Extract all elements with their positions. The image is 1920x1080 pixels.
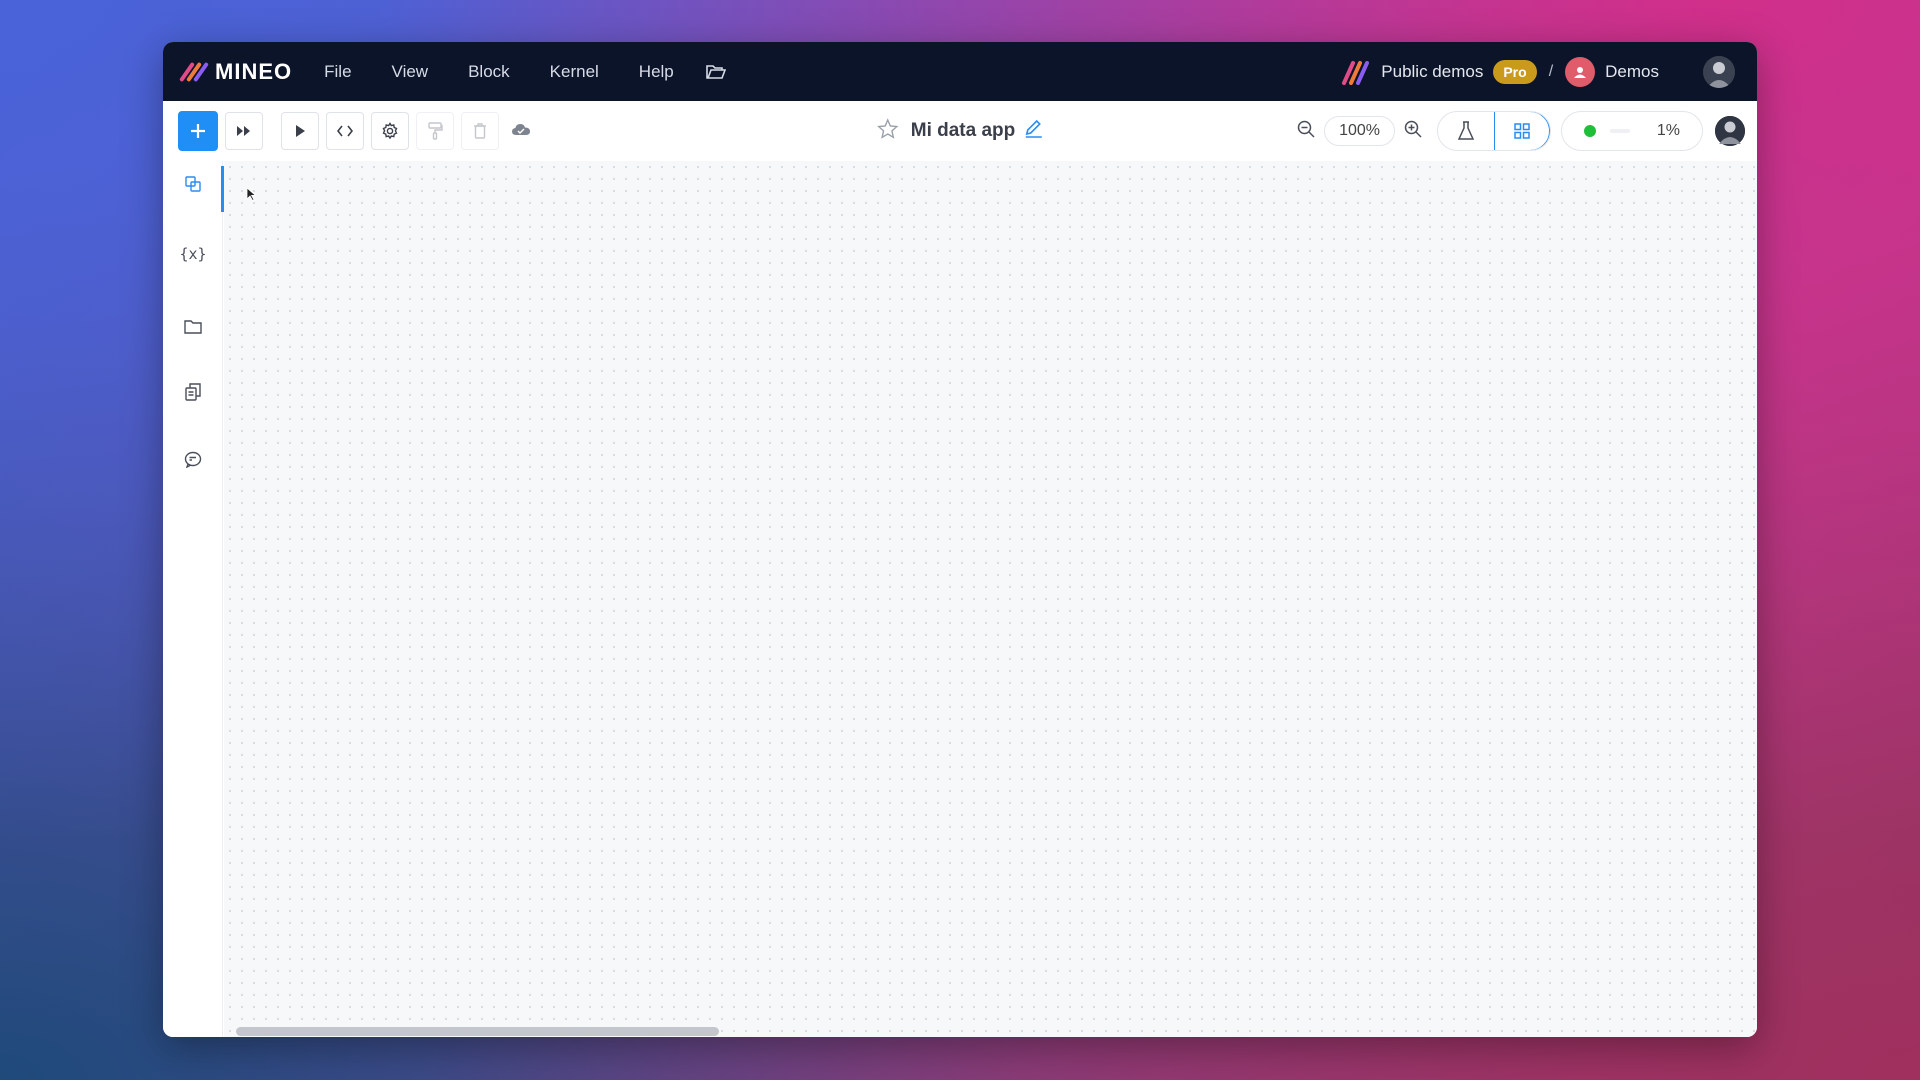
sidebar-item-blocks[interactable]	[163, 166, 224, 212]
menu-view[interactable]: View	[372, 62, 449, 82]
memory-bar	[1610, 129, 1630, 133]
sidebar-item-copies[interactable]	[163, 374, 223, 410]
favorite-star-icon[interactable]	[877, 117, 899, 145]
menu-kernel[interactable]: Kernel	[530, 62, 619, 82]
run-button[interactable]	[281, 112, 319, 150]
left-sidebar: {x}	[163, 161, 224, 1037]
app-canvas[interactable]	[224, 161, 1757, 1037]
brand-name: MINEO	[215, 58, 293, 84]
variables-icon: {x}	[179, 245, 207, 263]
open-folder-icon[interactable]	[704, 62, 728, 82]
sidebar-item-comments[interactable]	[163, 441, 223, 477]
notebook-view-button[interactable]	[1438, 112, 1494, 150]
scrollbar-thumb[interactable]	[236, 1027, 719, 1036]
toolbar: Mi data app 100% 1%	[163, 101, 1757, 161]
project-avatar-icon	[1565, 56, 1596, 87]
user-avatar-toolbar[interactable]	[1715, 116, 1745, 146]
view-mode-toggle	[1437, 111, 1551, 151]
settings-button[interactable]	[371, 112, 409, 150]
usage-percent: 1%	[1656, 122, 1680, 139]
menu-file[interactable]: File	[304, 62, 371, 82]
pro-badge: Pro	[1493, 59, 1537, 84]
workspace-logo-icon	[1341, 59, 1371, 85]
zoom-level[interactable]: 100%	[1324, 116, 1395, 146]
zoom-in-icon[interactable]	[1403, 119, 1423, 144]
delete-button[interactable]	[461, 112, 499, 150]
run-all-button[interactable]	[225, 112, 263, 150]
zoom-out-icon[interactable]	[1296, 119, 1316, 144]
sidebar-item-files[interactable]	[163, 308, 223, 344]
menu-help[interactable]: Help	[619, 62, 694, 82]
user-avatar[interactable]	[1703, 55, 1735, 88]
mineo-logo-icon	[179, 61, 209, 83]
menu-block[interactable]: Block	[448, 62, 530, 82]
sidebar-item-variables[interactable]: {x}	[163, 236, 223, 272]
logo[interactable]: MINEO	[179, 58, 293, 85]
project-name[interactable]: Demos	[1605, 62, 1659, 82]
kernel-status-dot	[1584, 125, 1596, 137]
add-block-button[interactable]	[178, 111, 218, 151]
format-painter-button[interactable]	[416, 112, 454, 150]
app-view-button[interactable]	[1494, 112, 1550, 150]
app-title: Mi data app	[910, 120, 1016, 141]
app-window: MINEO File View Block Kernel Help Public…	[163, 42, 1757, 1037]
edit-title-icon[interactable]	[1023, 119, 1043, 144]
breadcrumb-separator: /	[1548, 62, 1554, 80]
horizontal-scrollbar[interactable]	[230, 1025, 1757, 1037]
kernel-status[interactable]: 1%	[1561, 111, 1703, 151]
cloud-sync-icon[interactable]	[511, 122, 531, 141]
workspace-name[interactable]: Public demos	[1381, 62, 1483, 82]
menubar: MINEO File View Block Kernel Help Public…	[163, 42, 1757, 101]
mouse-cursor-icon	[246, 187, 257, 206]
code-toggle-button[interactable]	[326, 112, 364, 150]
